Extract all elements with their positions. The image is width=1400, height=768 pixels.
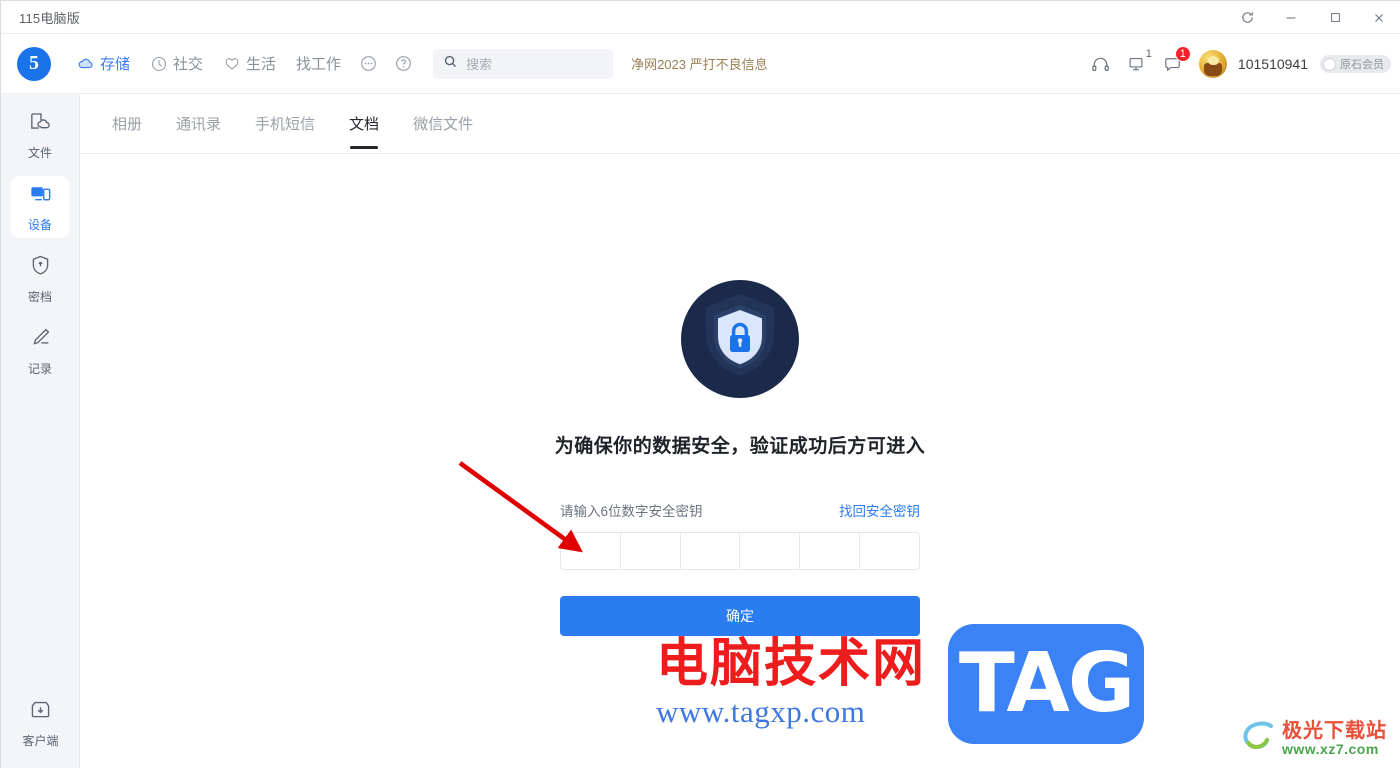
tab-label: 手机短信	[255, 116, 316, 133]
sidebar-item-label: 客户端	[22, 734, 59, 748]
monitor-icon[interactable]: 1	[1121, 48, 1153, 80]
download-box-icon	[28, 697, 53, 727]
code-label: 请输入6位数字安全密钥	[560, 504, 703, 519]
sidebar-item-label: 密档	[27, 290, 52, 304]
tab-wechat-files[interactable]: 微信文件	[401, 95, 485, 153]
close-icon[interactable]	[1357, 1, 1400, 34]
nav-item-jobs[interactable]: 找工作	[288, 48, 349, 79]
nav-item-label: 生活	[246, 56, 277, 73]
tab-documents[interactable]: 文档	[337, 95, 391, 153]
sidebar-item-label: 文件	[27, 146, 52, 160]
code-cell-1[interactable]	[561, 533, 621, 569]
nav-item-storage[interactable]: 存储	[69, 48, 138, 79]
help-icon[interactable]	[388, 49, 419, 78]
shield-lock-icon	[28, 253, 53, 283]
vip-dot-icon	[1323, 57, 1336, 71]
nav-item-social[interactable]: 社交	[142, 48, 211, 79]
app-logo[interactable]: 5	[17, 46, 51, 81]
username-label[interactable]: 101510941	[1238, 56, 1308, 72]
nav-item-label: 找工作	[296, 56, 342, 73]
sidebar-item-client[interactable]: 客户端	[12, 692, 70, 754]
tab-sms[interactable]: 手机短信	[243, 95, 327, 153]
devices-icon	[28, 181, 53, 211]
recover-key-link[interactable]: 找回安全密钥	[839, 500, 920, 520]
tab-label: 通讯录	[176, 116, 222, 133]
window-title: 115电脑版	[19, 10, 80, 26]
sidebar-item-files[interactable]: 文件	[11, 104, 69, 166]
top-nav-bar: 5 存储 社交 生活 找工作 搜索 净网2023 严打不良信息 1 1 1015…	[1, 34, 1400, 94]
code-cell-5[interactable]	[800, 533, 861, 569]
sidebar-item-label: 设备	[27, 218, 52, 232]
code-label-row: 请输入6位数字安全密钥 找回安全密钥	[560, 500, 920, 520]
shield-lock-badge-icon	[681, 280, 799, 403]
maximize-icon[interactable]	[1313, 1, 1357, 34]
sidebar-item-devices[interactable]: 设备	[11, 176, 69, 238]
pencil-icon	[28, 325, 53, 355]
minimize-icon[interactable]	[1269, 1, 1313, 34]
code-cell-2[interactable]	[621, 533, 681, 569]
message-count-badge: 1	[1174, 46, 1191, 62]
headset-icon[interactable]	[1085, 48, 1117, 80]
content-area: 相册 通讯录 手机短信 文档 微信文件 为确保你的数据安全，验证成功后方可进入 …	[80, 94, 1400, 768]
search-icon	[443, 54, 458, 74]
tab-label: 文档	[349, 116, 380, 133]
nav-item-label: 存储	[100, 56, 131, 73]
code-cell-3[interactable]	[681, 533, 741, 569]
sidebar-item-records[interactable]: 记录	[11, 320, 69, 382]
search-placeholder: 搜索	[466, 57, 493, 72]
monitor-count-badge: 1	[1145, 48, 1152, 60]
nav-item-label: 社交	[173, 56, 204, 73]
cloud-icon	[77, 55, 95, 73]
app-window: 115电脑版 5 存储 社交 生活 找工作 搜索 净网2023 严打不良信息 1…	[0, 0, 1400, 768]
sidebar-bottom: 客户端	[1, 682, 80, 754]
clock-icon	[150, 55, 168, 73]
tab-albums[interactable]: 相册	[100, 95, 154, 153]
tab-label: 相册	[112, 116, 143, 133]
search-input[interactable]: 搜索	[433, 48, 614, 79]
refresh-icon[interactable]	[1225, 1, 1269, 34]
more-icon[interactable]	[353, 49, 384, 78]
code-cell-6[interactable]	[860, 533, 919, 569]
top-nav-items: 存储 社交 生活 找工作	[69, 48, 419, 79]
security-code-block: 请输入6位数字安全密钥 找回安全密钥 确定	[560, 500, 920, 636]
content-tabs: 相册 通讯录 手机短信 文档 微信文件	[80, 94, 1400, 154]
file-cloud-icon	[28, 109, 53, 139]
sidebar: 文件 设备 密档 记录 客户端	[1, 94, 80, 768]
title-bar: 115电脑版	[1, 1, 1400, 34]
tab-label: 微信文件	[413, 116, 474, 133]
code-cell-4[interactable]	[740, 533, 801, 569]
heart-icon	[223, 55, 241, 73]
tab-contacts[interactable]: 通讯录	[164, 95, 233, 153]
sidebar-item-vault[interactable]: 密档	[11, 248, 69, 310]
nav-item-life[interactable]: 生活	[215, 48, 284, 79]
confirm-button[interactable]: 确定	[560, 596, 920, 636]
message-icon[interactable]: 1	[1157, 46, 1191, 80]
top-nav-right: 1 1 101510941 原石会员	[1085, 34, 1391, 94]
vip-label: 原石会员	[1340, 59, 1384, 71]
net-notice-text: 净网2023 严打不良信息	[631, 57, 768, 72]
security-code-input[interactable]	[560, 532, 920, 570]
page-title: 为确保你的数据安全，验证成功后方可进入	[554, 436, 926, 457]
window-controls	[1225, 1, 1400, 34]
sidebar-item-label: 记录	[27, 362, 52, 376]
status-badge[interactable]: 原石会员	[1320, 55, 1391, 73]
verification-panel: 为确保你的数据安全，验证成功后方可进入 请输入6位数字安全密钥 找回安全密钥 确…	[80, 154, 1400, 636]
avatar[interactable]	[1198, 50, 1227, 78]
